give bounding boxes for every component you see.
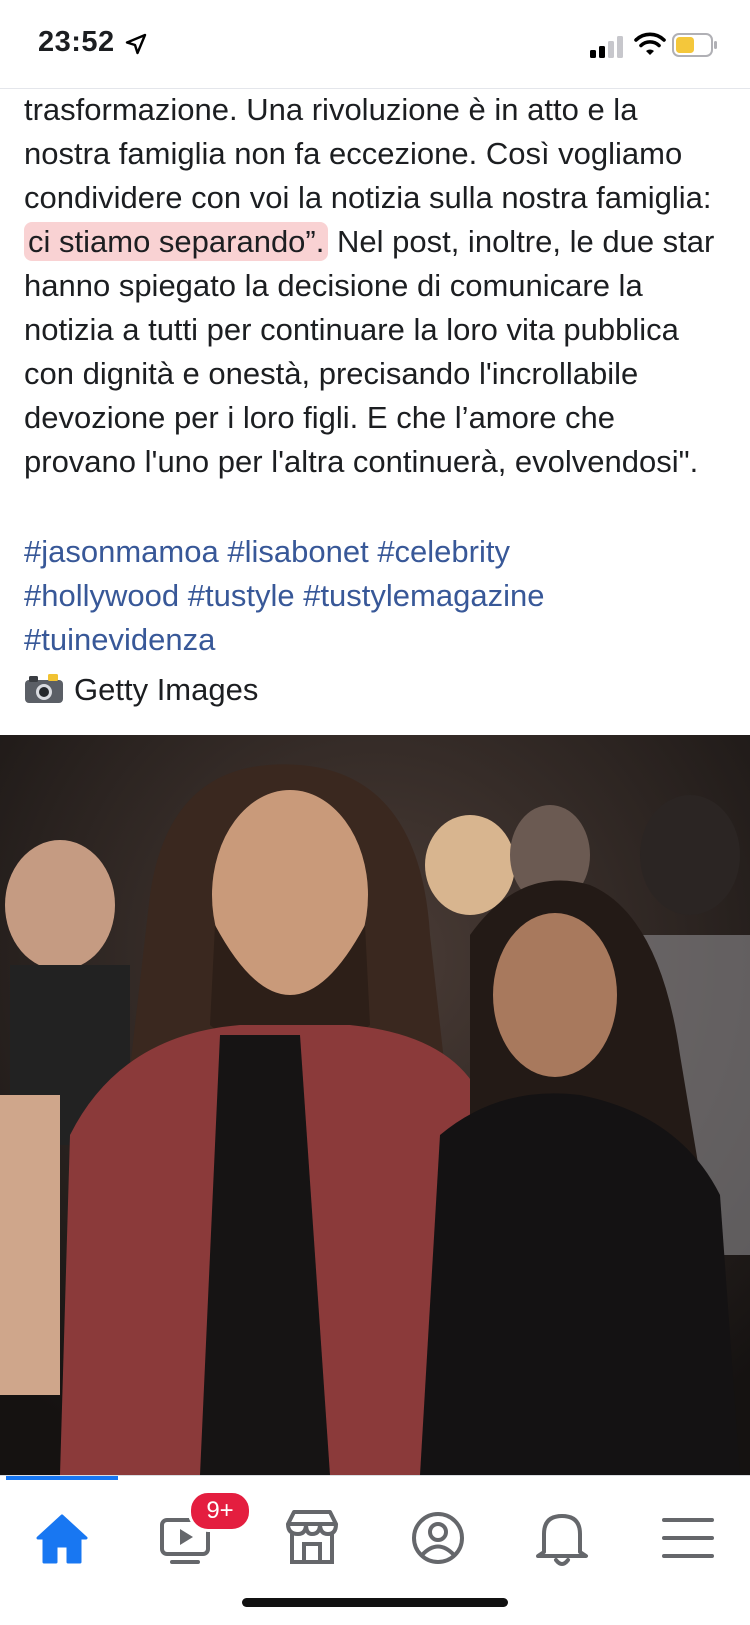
- post-photo[interactable]: [0, 735, 750, 1475]
- hashtag-link[interactable]: #tustylemagazine: [303, 578, 544, 613]
- location-arrow-icon: [125, 33, 147, 55]
- hashtag-link[interactable]: #lisabonet: [227, 534, 368, 569]
- video-notification-badge: 9+: [188, 1490, 252, 1532]
- highlighted-quote: ci stiamo separando”.: [24, 222, 329, 261]
- photo-credit: Getty Images: [24, 668, 258, 712]
- wifi-icon: [634, 32, 666, 55]
- hashtag-link[interactable]: #tustyle: [188, 578, 295, 613]
- photo-illustration: [0, 735, 750, 1475]
- profile-icon[interactable]: [398, 1502, 478, 1572]
- hashtag-link[interactable]: #tuinevidenza: [24, 622, 215, 657]
- status-time: 23:52: [38, 26, 115, 58]
- active-tab-indicator: [6, 1476, 118, 1480]
- status-bar: 23:52: [0, 0, 750, 89]
- hashtag-list: #jasonmamoa #lisabonet #celebrity #holly…: [24, 530, 730, 662]
- camera-flash-icon: [25, 674, 63, 703]
- battery-icon: [672, 33, 717, 57]
- post-paragraph: trasformazione. Una rivoluzione è in att…: [24, 88, 730, 484]
- home-icon[interactable]: [22, 1502, 102, 1572]
- post-body: trasformazione. Una rivoluzione è in att…: [24, 88, 730, 484]
- hashtag-link[interactable]: #hollywood: [24, 578, 179, 613]
- marketplace-icon[interactable]: [272, 1502, 352, 1572]
- home-indicator[interactable]: [242, 1598, 508, 1607]
- hashtag-link[interactable]: #celebrity: [377, 534, 510, 569]
- post-text-start: trasformazione. Una rivoluzione è in att…: [24, 92, 712, 215]
- menu-icon[interactable]: [648, 1502, 728, 1572]
- cellular-signal-icon: [590, 36, 623, 58]
- credit-label: Getty Images: [74, 672, 259, 707]
- notifications-icon[interactable]: [522, 1502, 602, 1572]
- hashtag-link[interactable]: #jasonmamoa: [24, 534, 219, 569]
- post-text-end: Nel post, inoltre, le due star hanno spi…: [24, 224, 715, 479]
